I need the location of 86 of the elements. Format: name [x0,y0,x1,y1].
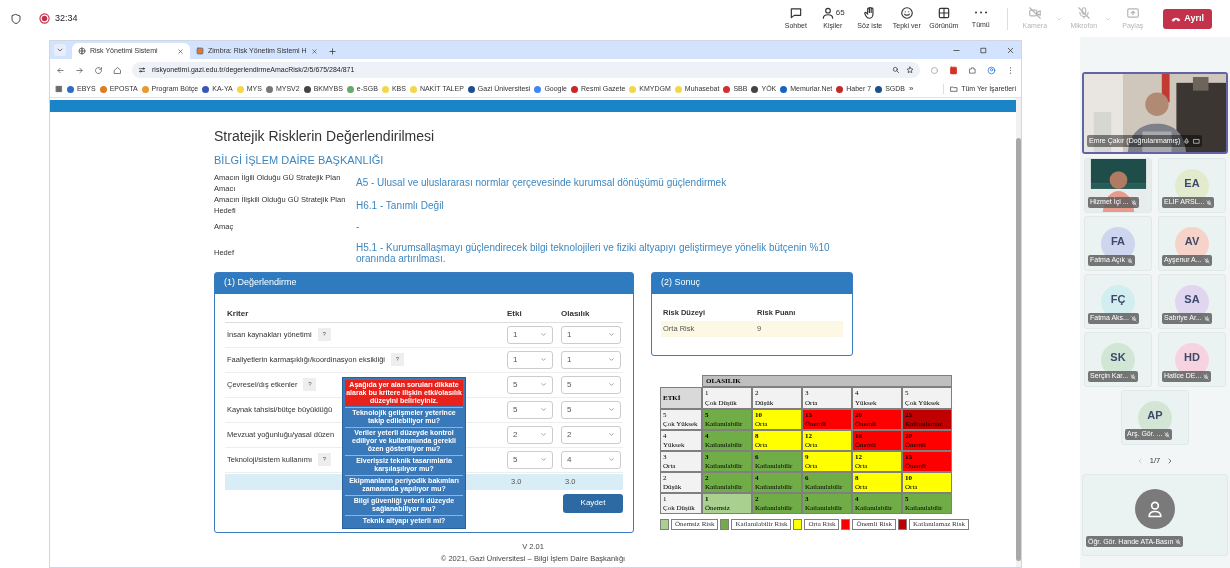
mic-off-icon [1206,199,1213,206]
close-icon [1006,46,1015,55]
extension-icon [930,65,939,75]
field-value: - [356,221,361,232]
caret-icon [540,431,547,438]
save-button[interactable]: Kaydet [563,493,623,513]
dropdown[interactable]: 5 [507,450,553,469]
more-bookmarks-button[interactable]: » [909,83,914,95]
mic-off-icon [1203,315,1210,322]
caret-icon [608,331,615,338]
caret-icon [540,381,547,388]
caret-icon [608,431,615,438]
plus-icon [327,47,337,56]
mic-off-icon [1164,431,1171,438]
scrollbar-thumb[interactable] [1016,138,1021,561]
site-info-icon [138,66,146,74]
caret-icon [608,381,615,388]
meeting-timer: 32:34 [55,11,78,25]
column-header: Olasılık [561,307,591,320]
mic-off-icon [1130,373,1137,380]
mic-off-icon [1130,315,1137,322]
smiley-icon [899,5,914,20]
dropdown[interactable]: 5 [561,375,621,394]
mic-off-icon [1130,199,1137,206]
dropdown[interactable]: 5 [507,400,553,419]
screen-icon [1193,137,1201,145]
caret-icon [56,46,64,54]
mic-off-icon [1203,373,1210,380]
people-icon [820,5,835,20]
caret-icon [540,456,547,463]
chat-icon [788,5,803,20]
dropdown[interactable]: 1 [507,350,553,369]
field-value: A5 - Ulusal ve uluslararası normlar çerçevesinde kurumsal dönüşümü güçlendirmek [356,177,728,188]
close-icon [310,47,318,55]
shield-icon [10,12,22,25]
caret-icon [608,406,615,413]
dropdown[interactable]: 4 [561,450,621,469]
star-icon [906,66,914,74]
dropdown[interactable]: 1 [507,325,553,344]
field-value: H5.1 - Kurumsallaşmayı güçlendirecek bilgi teknolojileri ve fiziki altyapıyı geliştirmeye yönelik bütçenin %10 oranında artırılması. [356,241,831,264]
mic-off-icon [1175,538,1182,545]
profile-icon [987,65,996,75]
new-tab-button[interactable] [327,47,337,56]
camera-off-icon [1027,5,1042,20]
zoom-icon [892,66,900,74]
column-header: Etki [507,307,523,320]
folder-icon [950,85,959,93]
dropdown[interactable]: 5 [507,375,553,394]
favicon-icon [196,47,204,55]
page-title: Stratejik Risklerin Değerlendirilmesi [214,127,436,145]
mic-off-icon [1127,257,1133,264]
dropdown[interactable]: 2 [507,425,553,444]
dropdown[interactable]: 1 [561,350,621,369]
maximize-icon [979,46,988,55]
share-icon [1125,5,1140,20]
dropdown[interactable]: 5 [561,400,621,419]
globe-icon [78,47,86,55]
mic-off-icon [1076,5,1091,20]
tab-search-button[interactable] [54,44,66,56]
panel-title: (2) Sonuç [652,272,852,294]
close-icon [177,47,184,55]
caret-icon [540,356,547,363]
reload-icon [94,65,103,75]
caret-icon [608,456,615,463]
recording-icon [39,13,50,24]
grid-icon [936,5,951,20]
home-icon [113,65,122,75]
panel-title: (1) Değerlendirme [215,272,633,294]
department-title: BİLGİ İŞLEM DAİRE BAŞKANLIĞI [214,153,385,168]
caret-icon [540,331,547,338]
caret-icon [608,356,615,363]
column-header: Kriter [226,307,250,320]
caret-icon [540,406,547,413]
mic-icon [1183,137,1191,145]
forward-icon [75,65,84,75]
dropdown[interactable]: 1 [561,325,621,344]
pdf-icon [949,65,958,75]
dropdown[interactable]: 2 [561,425,621,444]
leave-button[interactable]: Ayrıl [1163,8,1212,29]
person-icon [1145,499,1165,520]
back-icon [56,65,65,75]
apps-icon [55,85,63,93]
hand-icon [862,5,877,20]
more-icon [974,11,987,15]
field-value: H6.1 - Tanımlı Değil [356,199,445,211]
mic-off-icon [1203,257,1210,264]
